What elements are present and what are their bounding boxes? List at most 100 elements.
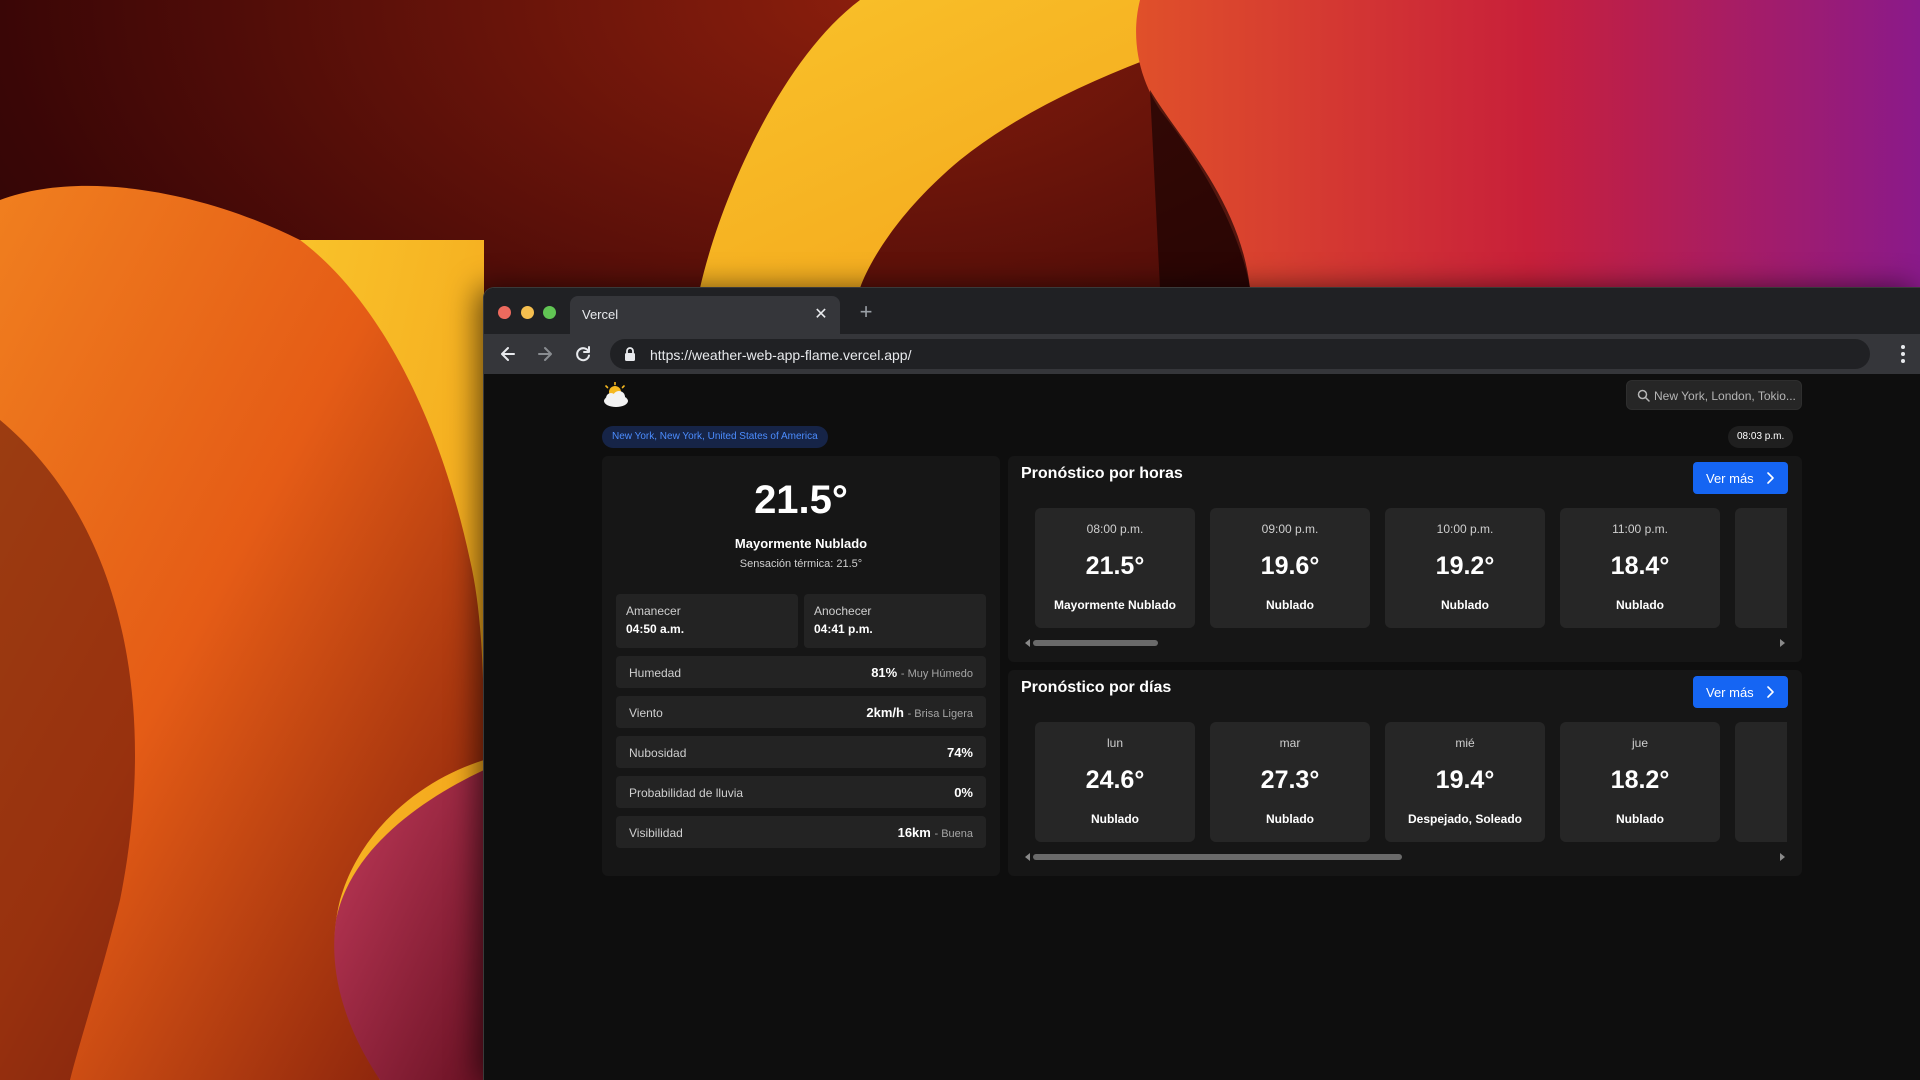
feels-like: Sensación térmica: 21.5° [739,558,863,570]
browser-menu-icon[interactable] [1900,344,1906,364]
tab-title: Vercel [582,307,619,322]
close-tab-icon[interactable]: ✕ [812,306,830,324]
browser-tab[interactable]: Vercel ✕ [570,296,840,334]
forward-icon[interactable] [535,344,555,364]
forecast-condition: Nublado [1266,812,1314,826]
search-placeholder: New York, London, Tokio... [1654,389,1796,403]
forecast-temp: 19.2° [1435,552,1495,580]
forecast-time: 09:00 p.m. [1261,522,1319,536]
chevron-right-icon [1767,472,1774,484]
stat-qualifier: - Brisa Ligera [907,708,973,720]
address-bar[interactable]: https://weather-web-app-flame.vercel.app… [610,339,1870,369]
hourly-card: 08:00 p.m. 21.5° Mayormente Nublado [1035,508,1195,628]
reload-icon[interactable] [573,344,593,364]
stat-rain-probability: Probabilidad de lluvia 0% [616,776,986,808]
forecast-temp: 18.2° [1610,766,1670,794]
forecast-temp: 24.6° [1085,766,1145,794]
maximize-window-button[interactable] [543,306,556,319]
stat-value: 74% [946,745,973,760]
scrollbar-thumb[interactable] [1033,640,1159,646]
daily-forecast-title: Pronóstico por días [1021,679,1172,696]
forecast-day: mié [1455,736,1475,750]
stat-value: 16km - Buena [897,825,973,840]
forecast-time: 11:00 p.m. [1612,522,1668,536]
stat-label: Viento [629,706,663,720]
hourly-card: 11:00 p.m. 18.4° Nublado [1560,508,1720,628]
close-window-button[interactable] [498,306,511,319]
daily-card: lun 24.6° Nublado [1035,722,1195,842]
stat-label: Nubosidad [629,746,687,760]
forecast-temp: 19.4° [1435,766,1495,794]
forecast-day: mar [1279,736,1301,750]
hourly-see-more-button[interactable]: Ver más [1693,462,1788,494]
back-icon[interactable] [498,344,518,364]
sunset-value: 04:41 p.m. [814,622,873,636]
lock-icon [625,347,635,361]
browser-window: Vercel ✕ + https://weather-web-app-flame… [484,288,1920,1080]
daily-forecast-panel: Pronóstico por días Ver más lun 24.6° Nu… [1008,670,1802,876]
stat-visibility: Visibilidad 16km - Buena [616,816,986,848]
browser-titlebar: Vercel ✕ + [484,288,1920,334]
new-tab-icon[interactable]: + [854,300,878,324]
minimize-window-button[interactable] [521,306,534,319]
scroll-left-arrow-icon[interactable] [1025,639,1030,647]
daily-see-more-button[interactable]: Ver más [1693,676,1788,708]
button-label: Ver más [1706,471,1754,486]
daily-card: jue 18.2° Nublado [1560,722,1720,842]
sunrise-label: Amanecer [626,604,681,618]
forecast-time: 10:00 p.m. [1436,522,1494,536]
forecast-day: lun [1106,736,1123,750]
button-label: Ver más [1706,685,1754,700]
stat-value: 81% - Muy Húmedo [871,665,973,680]
hourly-scrollbar[interactable] [1021,638,1789,648]
stat-value: 0% [954,785,973,800]
sunrise-value: 04:50 a.m. [626,622,685,636]
browser-toolbar: https://weather-web-app-flame.vercel.app… [484,334,1920,374]
stat-qualifier: - Muy Húmedo [900,668,973,680]
stat-qualifier: - Buena [934,828,973,840]
forecast-condition: Nublado [1616,812,1664,826]
stat-wind: Viento 2km/h - Brisa Ligera [616,696,986,728]
sunset-label: Anochecer [814,604,872,618]
stat-cloudiness: Nubosidad 74% [616,736,986,768]
forecast-temp: 19.6° [1260,552,1320,580]
current-weather-card: 21.5° Mayormente Nublado Sensación térmi… [602,456,1000,876]
hourly-forecast-title: Pronóstico por horas [1021,465,1183,482]
scrollbar-thumb[interactable] [1033,854,1402,860]
current-temperature: 21.5° [754,478,848,522]
stat-label: Humedad [629,666,682,680]
chevron-right-icon [1767,686,1774,698]
hourly-card: 09:00 p.m. 19.6° Nublado [1210,508,1370,628]
local-time-badge: 08:03 p.m. [1728,426,1794,448]
scroll-right-arrow-icon[interactable] [1780,639,1785,647]
forecast-condition: Mayormente Nublado [1053,598,1176,612]
hourly-card: 10:00 p.m. 19.2° Nublado [1385,508,1545,628]
daily-card: mié 19.4° Despejado, Soleado [1385,722,1545,842]
location-badge: New York, New York, United States of Ame… [602,426,828,448]
stat-humidity: Humedad 81% - Muy Húmedo [616,656,986,688]
hourly-cards-scroller[interactable]: 08:00 p.m. 21.5° Mayormente Nublado 09:0… [1035,508,1787,630]
sunrise-box: Amanecer 04:50 a.m. [616,594,798,648]
forecast-temp: 27.3° [1260,766,1320,794]
stat-label: Visibilidad [629,826,683,840]
daily-cards-scroller[interactable]: lun 24.6° Nublado mar 27.3° Nublado mié … [1035,722,1787,844]
sunset-box: Anochecer 04:41 p.m. [804,594,986,648]
stat-label: Probabilidad de lluvia [629,786,744,800]
hourly-card-partial [1735,508,1787,628]
forecast-condition: Nublado [1441,598,1489,612]
forecast-condition: Nublado [1616,598,1664,612]
forecast-temp: 18.4° [1610,552,1670,580]
url-text: https://weather-web-app-flame.vercel.app… [650,347,912,363]
daily-card: mar 27.3° Nublado [1210,722,1370,842]
forecast-temp: 21.5° [1085,552,1145,580]
forecast-condition: Despejado, Soleado [1407,812,1523,826]
forecast-time: 08:00 p.m. [1086,522,1144,536]
forecast-condition: Nublado [1266,598,1314,612]
city-search-input[interactable]: New York, London, Tokio... [1626,380,1802,410]
scroll-left-arrow-icon[interactable] [1025,853,1030,861]
scroll-right-arrow-icon[interactable] [1780,853,1785,861]
search-icon [1637,389,1650,402]
daily-scrollbar[interactable] [1021,852,1789,862]
weather-page: New York, London, Tokio... New York, New… [484,374,1920,1080]
forecast-day: jue [1631,736,1648,750]
